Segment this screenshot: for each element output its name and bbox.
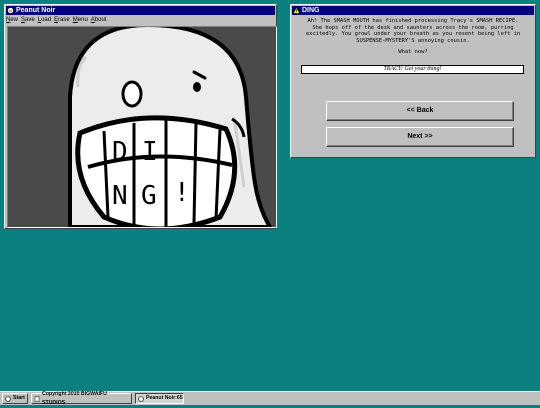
start-peanut-icon bbox=[5, 395, 11, 402]
command-field[interactable]: TRACY: Get your thing! bbox=[301, 65, 524, 74]
window-title: Peanut Noir bbox=[16, 7, 56, 14]
peanut-noir-titlebar[interactable]: Peanut Noir bbox=[6, 6, 275, 15]
menu-load[interactable]: Load bbox=[38, 16, 51, 25]
prompt-text: What now? bbox=[398, 49, 428, 56]
task-peanut-icon bbox=[138, 395, 144, 402]
tooth-letter-g: G bbox=[141, 181, 157, 211]
start-label: Start bbox=[13, 395, 25, 401]
task-label: Peanut Noir:65 bbox=[146, 395, 183, 401]
warning-triangle-icon bbox=[293, 7, 300, 14]
menu-save[interactable]: Save bbox=[21, 16, 35, 25]
ding-titlebar[interactable]: DING bbox=[292, 6, 534, 15]
peanut-icon bbox=[7, 7, 14, 14]
dialog-title: DING bbox=[302, 7, 320, 14]
menu-menu[interactable]: Menu bbox=[73, 16, 88, 25]
menu-about[interactable]: About bbox=[91, 16, 107, 25]
narration-text: Ah! The SMASH MOUTH has finished process… bbox=[305, 18, 521, 44]
menu-erase[interactable]: Erase bbox=[54, 16, 70, 25]
tooth-letter-exclaim: ! bbox=[174, 178, 190, 208]
tooth-letter-i: I bbox=[142, 137, 158, 167]
start-button[interactable]: Start bbox=[2, 393, 28, 404]
taskbar: Start Copyright 2010 BIGWAIFU STUDIOS Pe… bbox=[0, 391, 540, 406]
document-icon bbox=[34, 395, 40, 402]
tooth-letter-n: N bbox=[112, 181, 128, 211]
menu-new[interactable]: New bbox=[6, 16, 18, 25]
next-button[interactable]: Next >> bbox=[326, 127, 514, 147]
story-picture: D I N G ! bbox=[7, 26, 277, 228]
back-button[interactable]: << Back bbox=[326, 101, 514, 121]
copyright-task[interactable]: Copyright 2010 BIGWAIFU STUDIOS bbox=[31, 391, 132, 406]
peanut-noir-window: Peanut Noir New Save Load Erase Menu Abo… bbox=[4, 4, 277, 229]
peanut-noir-task[interactable]: Peanut Noir:65 bbox=[135, 393, 184, 404]
grinning-peanut-illustration: D I N G ! bbox=[8, 27, 276, 227]
ding-dialog: DING Ah! The SMASH MOUTH has finished pr… bbox=[290, 4, 536, 158]
tooth-letter-d: D bbox=[112, 137, 128, 167]
menu-bar: New Save Load Erase Menu About bbox=[5, 16, 276, 25]
